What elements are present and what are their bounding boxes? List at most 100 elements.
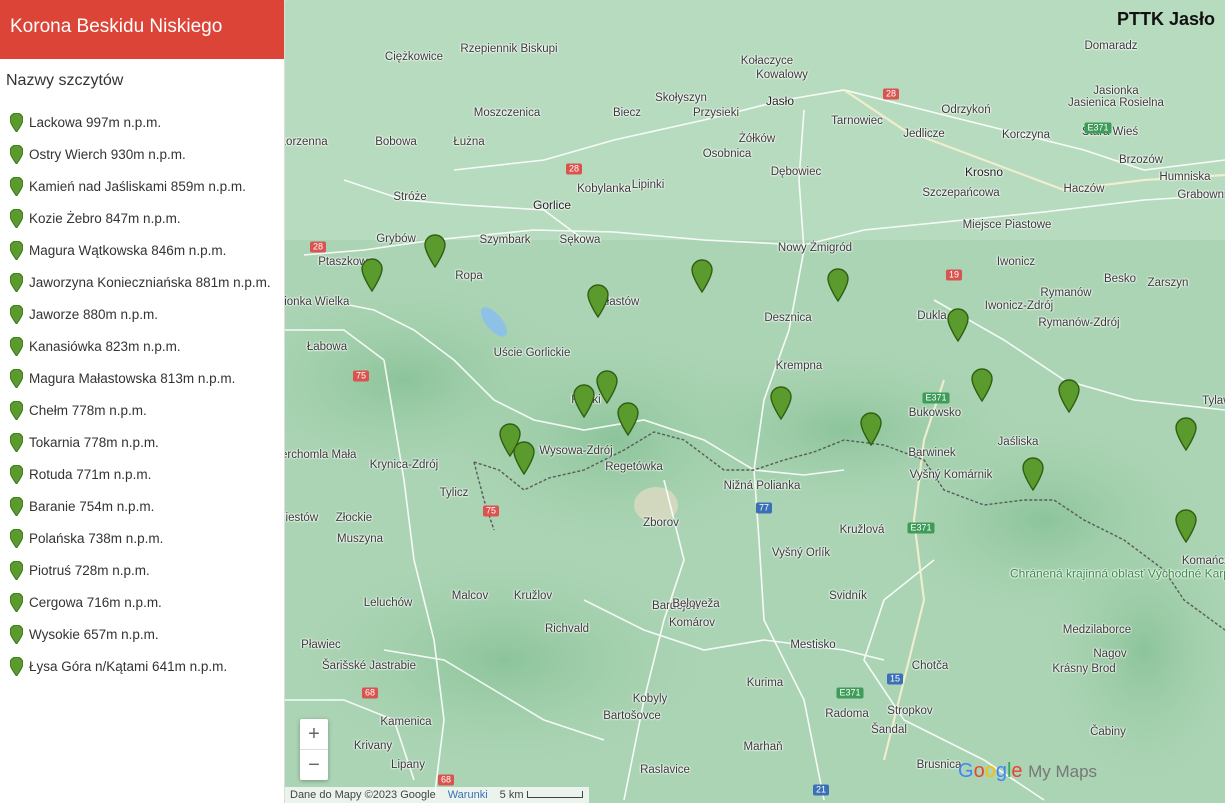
peak-list-item[interactable]: Kozie Żebro 847m n.p.m. xyxy=(0,202,284,234)
map-pin-icon xyxy=(9,623,24,645)
place-label: Chotča xyxy=(911,660,949,672)
zoom-in-button[interactable]: + xyxy=(300,719,328,749)
peak-list-item[interactable]: Cergowa 716m n.p.m. xyxy=(0,586,284,618)
place-label: Sękowa xyxy=(559,234,601,246)
place-label: Moszczenica xyxy=(473,107,541,119)
place-label: Jaśliska xyxy=(997,436,1039,448)
place-label: Vyšný Komárnik xyxy=(909,469,993,481)
place-label: Bukowsko xyxy=(908,407,962,419)
peak-label: Łysa Góra n/Kątami 641m n.p.m. xyxy=(29,658,228,674)
place-label: Ropa xyxy=(455,270,483,282)
map-pin-icon xyxy=(9,527,24,549)
place-label: Rymanów-Zdrój xyxy=(1038,317,1120,329)
place-label: Kobylanka xyxy=(577,183,631,195)
place-label: Radoma xyxy=(825,708,869,720)
road-number-badge: 19 xyxy=(945,269,963,281)
peak-marker-icon[interactable] xyxy=(1175,509,1197,544)
layer-title[interactable]: Nazwy szczytów xyxy=(0,59,284,95)
place-label: Bartošovce xyxy=(603,710,661,722)
road-number-badge: E371 xyxy=(922,392,950,404)
place-label: Kružlov xyxy=(513,590,553,602)
peak-list-item[interactable]: Polańska 738m n.p.m. xyxy=(0,522,284,554)
peak-marker-icon[interactable] xyxy=(770,386,792,421)
peak-marker-icon[interactable] xyxy=(971,368,993,403)
peak-list-item[interactable]: Łysa Góra n/Kątami 641m n.p.m. xyxy=(0,650,284,682)
terms-link[interactable]: Warunki xyxy=(448,787,488,803)
peak-marker-icon[interactable] xyxy=(1058,379,1080,414)
peak-list-item[interactable]: Chełm 778m n.p.m. xyxy=(0,394,284,426)
peak-label: Wysokie 657m n.p.m. xyxy=(29,626,159,642)
place-label: Stropkov xyxy=(887,705,933,717)
peak-list-item[interactable]: Jaworzyna Konieczniańska 881m n.p.m. xyxy=(0,266,284,298)
place-label: Komárov xyxy=(668,617,716,629)
logo-letter: o xyxy=(973,760,985,782)
place-label: Raslavice xyxy=(640,764,690,776)
peak-list-item[interactable]: Ostry Wierch 930m n.p.m. xyxy=(0,138,284,170)
place-label: Ciężkowice xyxy=(384,51,444,63)
place-label: Krosno xyxy=(964,165,1004,179)
place-label: Barwinek xyxy=(908,447,956,459)
peak-list-item[interactable]: Rotuda 771m n.p.m. xyxy=(0,458,284,490)
peak-label: Piotruś 728m n.p.m. xyxy=(29,562,150,578)
place-label: Bobowa xyxy=(375,136,417,148)
place-label: Żółków xyxy=(738,133,776,145)
zoom-out-button[interactable]: − xyxy=(300,750,328,780)
place-label: Kobyly xyxy=(632,693,668,705)
logo-letter: G xyxy=(958,760,974,782)
peak-list-item[interactable]: Magura Wątkowska 846m n.p.m. xyxy=(0,234,284,266)
map-pin-icon xyxy=(9,591,24,613)
place-label: Rzepiennik Biskupi xyxy=(460,43,558,55)
peak-list-item[interactable]: Piotruś 728m n.p.m. xyxy=(0,554,284,586)
peak-marker-icon[interactable] xyxy=(827,268,849,303)
peak-list-item[interactable]: Baranie 754m n.p.m. xyxy=(0,490,284,522)
peak-marker-icon[interactable] xyxy=(587,284,609,319)
peak-list-item[interactable]: Kamień nad Jaśliskami 859m n.p.m. xyxy=(0,170,284,202)
peak-marker-icon[interactable] xyxy=(947,308,969,343)
place-label: Krivany xyxy=(353,740,393,752)
road-number-badge: E371 xyxy=(836,687,864,699)
place-label: Lipinki xyxy=(631,179,665,191)
peak-marker-icon[interactable] xyxy=(617,402,639,437)
peak-list-item[interactable]: Tokarnia 778m n.p.m. xyxy=(0,426,284,458)
map-title[interactable]: Korona Beskidu Niskiego xyxy=(0,0,284,59)
peak-marker-icon[interactable] xyxy=(691,259,713,294)
road-number-badge: E371 xyxy=(1084,122,1112,134)
peak-marker-icon[interactable] xyxy=(424,234,446,269)
peak-marker-icon[interactable] xyxy=(596,370,618,405)
map-canvas[interactable]: PTTK Jasło Gromnik Kołaczyce Domaradz Jasio… xyxy=(284,0,1225,803)
scale-label: 5 km xyxy=(499,789,524,801)
logo-letter: g xyxy=(995,760,1007,782)
road-number-badge: 68 xyxy=(437,774,455,786)
peak-marker-icon[interactable] xyxy=(499,423,521,458)
road-number-badge: 75 xyxy=(482,505,500,517)
place-label: Uście Gorlickie xyxy=(493,347,571,359)
place-label: Haczów xyxy=(1063,183,1105,195)
place-label: Marhaň xyxy=(743,741,783,753)
peak-list-item[interactable]: Jaworze 880m n.p.m. xyxy=(0,298,284,330)
place-label: Zarszyn xyxy=(1147,277,1189,289)
peak-list-item[interactable]: Magura Małastowska 813m n.p.m. xyxy=(0,362,284,394)
place-label: Zborov xyxy=(643,517,679,529)
place-label: Grybów xyxy=(376,233,416,245)
place-label: Kurima xyxy=(746,677,784,689)
peak-marker-icon[interactable] xyxy=(573,384,595,419)
peak-marker-icon[interactable] xyxy=(361,258,383,293)
scale-bar xyxy=(527,791,584,798)
map-attribution: Dane do Mapy ©2023 Google Warunki 5 km xyxy=(284,787,590,803)
road-number-badge: 68 xyxy=(361,687,379,699)
peak-list-item[interactable]: Wysokie 657m n.p.m. xyxy=(0,618,284,650)
place-label: Regetówka xyxy=(605,461,663,473)
peak-marker-icon[interactable] xyxy=(1022,457,1044,492)
place-label: Desznica xyxy=(764,312,812,324)
peak-label: Baranie 754m n.p.m. xyxy=(29,498,155,514)
peak-list-item[interactable]: Lackowa 997m n.p.m. xyxy=(0,106,284,138)
peak-marker-icon[interactable] xyxy=(1175,417,1197,452)
place-label: Nižná Polianka xyxy=(723,480,801,492)
peak-list-item[interactable]: Kanasiówka 823m n.p.m. xyxy=(0,330,284,362)
map-pin-icon xyxy=(9,335,24,357)
place-label: Leluchów xyxy=(363,597,413,609)
place-label: Łabowa xyxy=(306,341,348,353)
logo-my-maps: My Maps xyxy=(1028,762,1098,781)
peak-label: Kamień nad Jaśliskami 859m n.p.m. xyxy=(29,178,246,194)
peak-marker-icon[interactable] xyxy=(860,412,882,447)
